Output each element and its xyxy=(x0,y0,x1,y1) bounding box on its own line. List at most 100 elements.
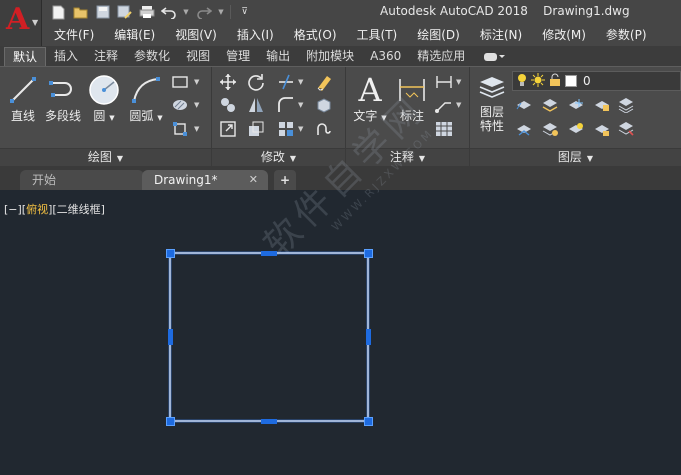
region-icon[interactable] xyxy=(170,119,190,139)
chevron-down-icon[interactable]: ▼ xyxy=(194,78,199,86)
menu-dimension[interactable]: 标注(N) xyxy=(470,24,532,46)
move-icon[interactable] xyxy=(218,72,238,92)
layer-thaw-icon[interactable] xyxy=(566,119,586,139)
menu-view[interactable]: 视图(V) xyxy=(165,24,227,46)
chevron-down-icon[interactable]: ▼ xyxy=(298,101,303,109)
line-label: 直线 xyxy=(10,109,35,123)
undo-icon[interactable] xyxy=(160,4,177,21)
tab-drawing1[interactable]: Drawing1* ✕ xyxy=(142,170,268,190)
panel-layers-footer[interactable]: 图层 ▼ xyxy=(470,148,681,166)
panel-modify: ▼ ▼ ▼ 修改 ▼ xyxy=(212,67,346,166)
fillet-icon[interactable] xyxy=(276,95,296,115)
redo-icon[interactable] xyxy=(195,4,212,21)
line-icon xyxy=(6,73,40,107)
circle-label: 圆 ▼ xyxy=(93,109,115,123)
tab-manage[interactable]: 管理 xyxy=(218,47,258,66)
layer-off-icon[interactable] xyxy=(514,95,534,115)
window-title: Autodesk AutoCAD 2018 Drawing1.dwg xyxy=(380,4,630,18)
dropdown-icon[interactable]: ▼ xyxy=(182,4,190,21)
arc-label: 圆弧 ▼ xyxy=(129,109,163,123)
selected-rectangle[interactable] xyxy=(0,190,681,475)
polyline-button[interactable]: 多段线 xyxy=(43,73,83,123)
offset-icon[interactable] xyxy=(314,119,334,139)
ribbon-toggle-icon xyxy=(484,52,506,61)
dropdown-icon[interactable]: ▼ xyxy=(217,4,225,21)
menu-file[interactable]: 文件(F) xyxy=(42,24,104,46)
menu-parametric[interactable]: 参数(P) xyxy=(596,24,657,46)
new-icon[interactable] xyxy=(50,4,67,21)
tab-view[interactable]: 视图 xyxy=(178,47,218,66)
menu-tools[interactable]: 工具(T) xyxy=(347,24,408,46)
grip-bottom-right[interactable] xyxy=(364,417,373,426)
layer-properties-label-2: 特性 xyxy=(479,119,504,133)
current-layer-name: 0 xyxy=(583,74,591,88)
saveas-icon[interactable] xyxy=(116,4,133,21)
grip-bottom-left[interactable] xyxy=(166,417,175,426)
drawing-canvas[interactable]: [−][俯视][二维线框] 软件自学网 WWW.RJZXW.COM xyxy=(0,88,681,475)
hatch-icon[interactable] xyxy=(170,95,190,115)
circle-button[interactable]: 圆 ▼ xyxy=(84,73,124,125)
tab-a360[interactable]: A360 xyxy=(362,47,409,66)
tab-start[interactable]: 开始 xyxy=(20,170,144,190)
grip-top-right[interactable] xyxy=(364,249,373,258)
line-button[interactable]: 直线 xyxy=(3,73,43,123)
layer-isolate-icon[interactable] xyxy=(540,95,560,115)
menu-edit[interactable]: 编辑(E) xyxy=(104,24,165,46)
grip-top-left[interactable] xyxy=(166,249,175,258)
close-icon[interactable]: ✕ xyxy=(249,170,258,190)
menu-format[interactable]: 格式(O) xyxy=(284,24,347,46)
chevron-down-icon[interactable]: ▼ xyxy=(194,101,199,109)
layer-color-swatch xyxy=(565,75,577,87)
polyline-label: 多段线 xyxy=(44,109,81,123)
tab-insert[interactable]: 插入 xyxy=(46,47,86,66)
tab-parametric[interactable]: 参数化 xyxy=(126,47,178,66)
application-menu-button[interactable]: A ▼ xyxy=(0,0,42,46)
panel-draw-footer[interactable]: 绘图 ▼ xyxy=(0,148,211,166)
grip-left-mid[interactable] xyxy=(168,329,173,345)
rectangle-icon[interactable] xyxy=(170,72,190,92)
layer-lock-icon[interactable] xyxy=(592,95,612,115)
rotate-icon[interactable] xyxy=(246,72,266,92)
scale-icon[interactable] xyxy=(246,119,266,139)
menu-insert[interactable]: 插入(I) xyxy=(227,24,284,46)
tab-home[interactable]: 默认 xyxy=(4,47,47,66)
explode-icon[interactable] xyxy=(314,95,334,115)
customize-icon[interactable]: ⊽ xyxy=(236,4,253,21)
panel-draw: 直线 多段线 圆 ▼ 圆弧 ▼ ▼ ▼ ▼ 绘图 ▼ xyxy=(0,67,212,166)
chevron-down-icon[interactable]: ▼ xyxy=(298,125,303,133)
autocad-logo-icon: A xyxy=(6,2,30,37)
erase-icon[interactable] xyxy=(314,72,334,92)
layer-make-current-icon[interactable] xyxy=(514,119,534,139)
layer-dropdown[interactable]: 0 xyxy=(512,71,681,91)
unlock-icon xyxy=(549,73,561,90)
tab-drawing1-label: Drawing1* xyxy=(154,173,218,187)
layer-walk-icon[interactable] xyxy=(616,119,636,139)
menu-modify[interactable]: 修改(M) xyxy=(532,24,596,46)
tab-output[interactable]: 输出 xyxy=(258,47,298,66)
layer-stack-icon[interactable] xyxy=(616,95,636,115)
save-icon[interactable] xyxy=(94,4,111,21)
layer-unlock-icon[interactable] xyxy=(592,119,612,139)
quick-access-toolbar: ▼ ▼ ⊽ xyxy=(50,2,253,22)
chevron-down-icon[interactable]: ▼ xyxy=(194,125,199,133)
tab-annotate[interactable]: 注释 xyxy=(86,47,126,66)
trim-icon[interactable] xyxy=(276,72,296,92)
open-icon[interactable] xyxy=(72,4,89,21)
grip-bottom-mid[interactable] xyxy=(261,419,277,424)
menu-bar: 文件(F) 编辑(E) 视图(V) 插入(I) 格式(O) 工具(T) 绘图(D… xyxy=(42,24,681,46)
polyline-icon xyxy=(46,73,80,107)
grip-right-mid[interactable] xyxy=(366,329,371,345)
arc-button[interactable]: 圆弧 ▼ xyxy=(126,73,166,125)
print-icon[interactable] xyxy=(138,4,155,21)
array-icon[interactable] xyxy=(276,119,296,139)
layer-freeze-icon[interactable] xyxy=(566,95,586,115)
mirror-icon[interactable] xyxy=(246,95,266,115)
tab-addins[interactable]: 附加模块 xyxy=(298,47,362,66)
layer-match-icon[interactable] xyxy=(540,119,560,139)
chevron-down-icon[interactable]: ▼ xyxy=(298,78,303,86)
stretch-icon[interactable] xyxy=(218,119,238,139)
grip-top-mid[interactable] xyxy=(261,251,277,256)
copy-icon[interactable] xyxy=(218,95,238,115)
lightbulb-icon xyxy=(517,73,527,90)
ribbon-tab-bar: 默认 插入 注释 参数化 视图 管理 输出 附加模块 A360 精选应用 xyxy=(0,46,681,66)
